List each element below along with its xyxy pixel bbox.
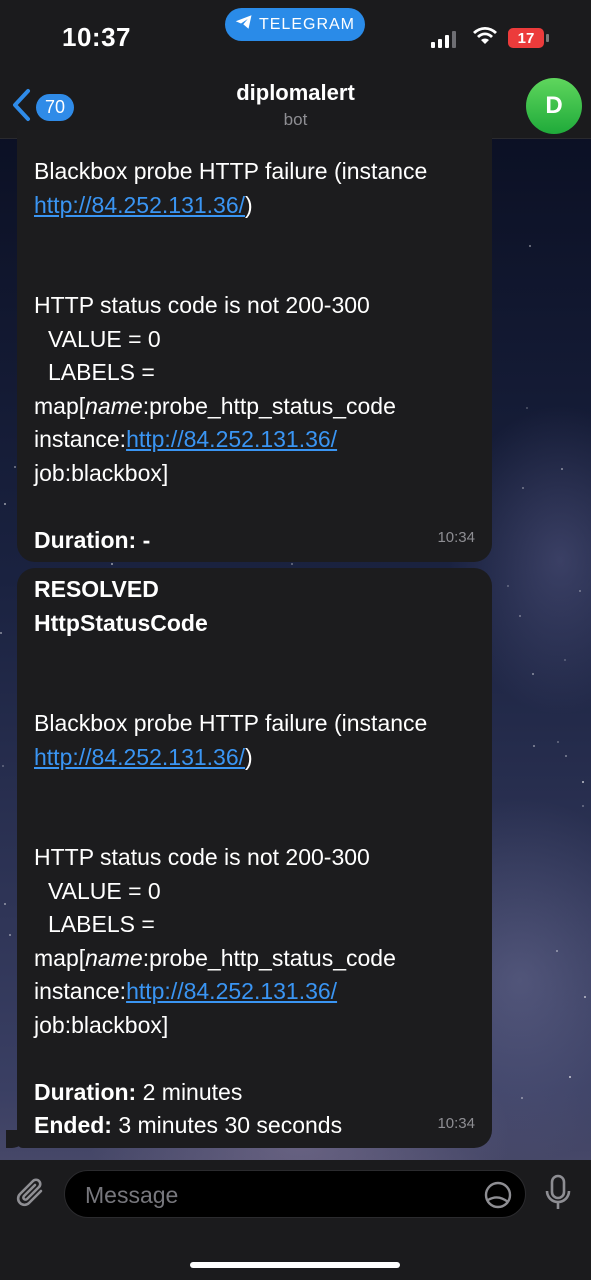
sticker-icon bbox=[484, 1181, 512, 1209]
telegram-pill-label: TELEGRAM bbox=[258, 15, 355, 33]
wifi-icon bbox=[472, 26, 498, 51]
status-time: 10:37 bbox=[62, 22, 131, 52]
ended-value: 3 minutes 30 seconds bbox=[118, 1112, 343, 1138]
wallpaper-star bbox=[533, 745, 535, 747]
message-bubble[interactable]: RESOLVED HttpStatusCode Blackbox probe H… bbox=[17, 568, 492, 1148]
wallpaper-star bbox=[556, 950, 558, 952]
wallpaper-star bbox=[582, 781, 584, 783]
wallpaper-star bbox=[2, 765, 4, 767]
wallpaper-star bbox=[532, 673, 534, 675]
avatar[interactable]: D bbox=[526, 78, 582, 134]
map-prefix: map[ bbox=[34, 944, 86, 971]
labels-line: LABELS = bbox=[48, 911, 155, 937]
job-line: job:blackbox] bbox=[34, 459, 169, 486]
wallpaper-star bbox=[521, 1097, 523, 1099]
chat-subtitle: bot bbox=[283, 110, 308, 129]
job-line: job:blackbox] bbox=[34, 1011, 169, 1038]
labels-line: LABELS = bbox=[48, 359, 155, 385]
instance-line: http://84.252.131.36/) bbox=[34, 741, 475, 775]
instance-line: http://84.252.131.36/) bbox=[34, 189, 475, 223]
sticker-button[interactable] bbox=[483, 1180, 513, 1215]
wallpaper-star bbox=[4, 503, 6, 505]
wallpaper-star bbox=[584, 996, 586, 998]
wallpaper-star bbox=[582, 805, 584, 807]
duration-label: Duration: bbox=[34, 1078, 137, 1105]
alert-description: Blackbox probe HTTP failure (instance bbox=[34, 158, 428, 184]
instance-label-line: instance:http://84.252.131.36/ bbox=[34, 423, 475, 457]
wallpaper-star bbox=[526, 407, 528, 409]
ended-label: Ended: bbox=[34, 1112, 112, 1138]
instance-prefix: instance: bbox=[34, 978, 127, 1004]
chat-title[interactable]: diplomalert bbox=[0, 80, 591, 106]
duration-label: Duration: bbox=[34, 526, 137, 553]
instance-label-line: instance:http://84.252.131.36/ bbox=[34, 975, 475, 1009]
wallpaper-star bbox=[529, 245, 531, 247]
value-line: VALUE = 0 bbox=[48, 877, 161, 904]
telegram-icon bbox=[235, 14, 253, 35]
battery-icon: 17 bbox=[508, 28, 549, 48]
wallpaper-star bbox=[519, 615, 521, 617]
status-bar: 10:37 TELEGRAM 17 bbox=[0, 0, 591, 70]
wallpaper-star bbox=[561, 468, 563, 470]
voice-button[interactable] bbox=[543, 1174, 573, 1217]
avatar-letter: D bbox=[545, 92, 563, 119]
map-name: name bbox=[85, 944, 143, 971]
link-suffix: ) bbox=[245, 191, 253, 218]
duration-value: - bbox=[142, 526, 151, 553]
chat-header: 70 diplomalert bot D bbox=[0, 70, 591, 139]
wallpaper-star bbox=[291, 563, 293, 565]
instance-label-link[interactable]: http://84.252.131.36/ bbox=[126, 978, 337, 1004]
instance-label-link[interactable]: http://84.252.131.36/ bbox=[126, 426, 337, 452]
wallpaper-star bbox=[111, 563, 113, 565]
wallpaper-star bbox=[579, 590, 581, 592]
wallpaper-star bbox=[565, 755, 567, 757]
message-time: 10:34 bbox=[437, 1114, 475, 1132]
wallpaper-star bbox=[0, 632, 2, 634]
status-line: HTTP status code is not 200-300 bbox=[34, 844, 370, 870]
alert-name: HttpStatusCode bbox=[34, 609, 208, 636]
message-time: 10:34 bbox=[437, 528, 475, 546]
wallpaper-star bbox=[564, 659, 566, 661]
message-input[interactable] bbox=[83, 1171, 477, 1219]
wallpaper-star bbox=[14, 466, 16, 468]
map-line: map[name:probe_http_status_code bbox=[34, 390, 475, 424]
home-indicator bbox=[190, 1262, 400, 1268]
message-field[interactable] bbox=[64, 1170, 526, 1219]
battery-level: 17 bbox=[517, 29, 535, 47]
attach-button[interactable] bbox=[14, 1174, 48, 1217]
map-rest: :probe_http_status_code bbox=[142, 392, 396, 419]
duration-line: Duration: - bbox=[34, 524, 475, 558]
link-suffix: ) bbox=[245, 743, 253, 770]
ended-line: Ended: 3 minutes 30 seconds bbox=[34, 1109, 475, 1143]
value-line: VALUE = 0 bbox=[48, 325, 161, 352]
wallpaper-star bbox=[9, 934, 11, 936]
status-line: HTTP status code is not 200-300 bbox=[34, 292, 370, 318]
map-prefix: map[ bbox=[34, 392, 86, 419]
map-name: name bbox=[85, 392, 143, 419]
resolved-label: RESOLVED bbox=[34, 576, 159, 602]
paperclip-icon bbox=[14, 1178, 48, 1216]
wallpaper-star bbox=[557, 741, 559, 743]
duration-line: Duration: 2 minutes bbox=[34, 1076, 475, 1110]
wallpaper-star bbox=[569, 1076, 571, 1078]
alert-description: Blackbox probe HTTP failure (instance bbox=[34, 710, 428, 736]
wallpaper-star bbox=[4, 903, 6, 905]
instance-link[interactable]: http://84.252.131.36/ bbox=[34, 192, 245, 218]
wallpaper-star bbox=[522, 487, 524, 489]
map-line: map[name:probe_http_status_code bbox=[34, 942, 475, 976]
telegram-return-pill[interactable]: TELEGRAM bbox=[225, 8, 365, 41]
instance-link[interactable]: http://84.252.131.36/ bbox=[34, 744, 245, 770]
microphone-icon bbox=[543, 1174, 573, 1216]
instance-prefix: instance: bbox=[34, 426, 127, 452]
message-bubble[interactable]: Blackbox probe HTTP failure (instance ht… bbox=[17, 130, 492, 562]
wallpaper-star bbox=[507, 585, 509, 587]
signal-icon bbox=[431, 30, 456, 48]
duration-value: 2 minutes bbox=[142, 1078, 243, 1105]
map-rest: :probe_http_status_code bbox=[142, 944, 396, 971]
